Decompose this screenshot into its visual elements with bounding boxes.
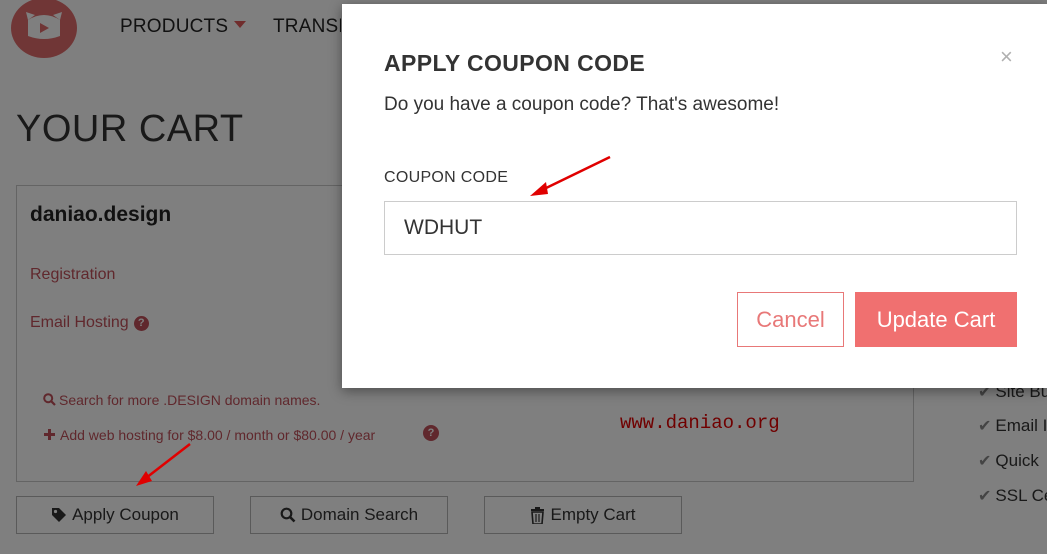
cancel-button[interactable]: Cancel	[737, 292, 844, 347]
coupon-code-input[interactable]	[384, 201, 1017, 255]
dialog-title: APPLY COUPON CODE	[384, 50, 646, 76]
close-icon[interactable]: ×	[1000, 44, 1013, 70]
apply-coupon-dialog: APPLY COUPON CODE × Do you have a coupon…	[342, 4, 1047, 388]
dialog-subtitle: Do you have a coupon code? That's awesom…	[384, 94, 780, 115]
update-cart-button[interactable]: Update Cart	[855, 292, 1017, 347]
coupon-code-label: COUPON CODE	[384, 169, 509, 186]
